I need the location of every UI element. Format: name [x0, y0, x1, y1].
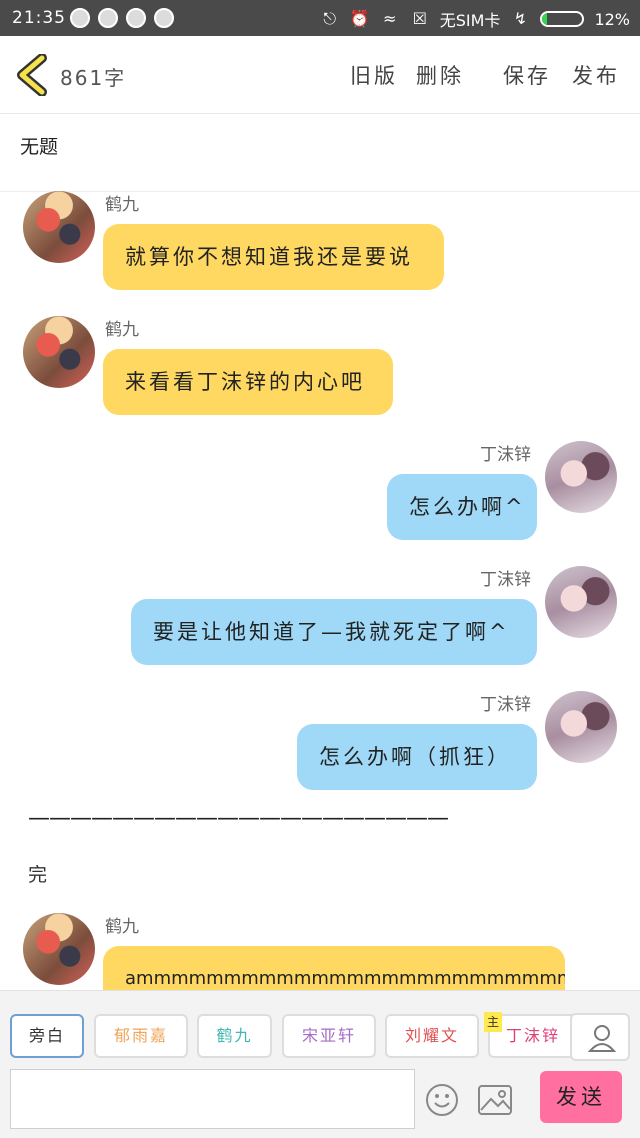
message-sender: 丁沫锌 — [480, 445, 531, 465]
delete-button[interactable]: 删除 — [416, 60, 464, 90]
message-sender: 鹤九 — [105, 917, 139, 937]
avatar-he-jiu[interactable] — [23, 316, 95, 388]
battery-label: 12% — [594, 9, 630, 29]
image-icon[interactable] — [477, 1083, 513, 1117]
avatar-ding-mo-xin[interactable] — [545, 441, 617, 513]
message-input[interactable] — [10, 1069, 415, 1129]
message-sender: 丁沫锌 — [480, 570, 531, 590]
old-version-button[interactable]: 旧版 — [350, 60, 398, 90]
story-title-bar[interactable]: 无题 — [0, 114, 640, 192]
notification-avatar-icon — [70, 8, 90, 28]
story-title: 无题 — [20, 136, 59, 158]
composer-panel: 旁白 郁雨嘉 鹤九 宋亚轩 刘耀文 丁沫锌 主 发送 — [0, 990, 640, 1138]
person-icon — [587, 1025, 617, 1052]
status-bar: 21:35 ⎋ ⏰ ≈ ☒ 无SIM卡 ↯ 12% — [0, 0, 640, 36]
no-signal-icon: ☒ — [412, 9, 427, 28]
avatar-ding-mo-xin[interactable] — [545, 691, 617, 763]
carrier-label: 无SIM卡 — [439, 11, 501, 30]
message-bubble[interactable]: 要是让他知道了—我就死定了啊^ — [131, 599, 537, 665]
send-button[interactable]: 发送 — [540, 1071, 622, 1123]
back-chevron-icon[interactable] — [14, 54, 54, 96]
message-sender: 鹤九 — [105, 320, 139, 340]
message-bubble[interactable]: 怎么办啊（抓狂） — [297, 724, 537, 790]
emoji-icon[interactable] — [425, 1083, 459, 1117]
role-chip-he-jiu[interactable]: 鹤九 — [197, 1014, 272, 1058]
alarm-icon: ⏰ — [349, 9, 370, 28]
role-manage-button[interactable] — [570, 1013, 630, 1061]
headphones-icon: ⎋ — [323, 9, 337, 28]
avatar-he-jiu[interactable] — [23, 191, 95, 263]
message-sender: 丁沫锌 — [480, 695, 531, 715]
notification-avatar-icon — [98, 8, 118, 28]
status-time: 21:35 — [12, 8, 66, 28]
wifi-icon: ≈ — [383, 9, 397, 28]
publish-button[interactable]: 发布 — [572, 60, 620, 90]
message-bubble[interactable]: 怎么办啊^ — [387, 474, 537, 540]
role-chip-narrator[interactable]: 旁白 — [10, 1014, 84, 1058]
role-chip-liu-yao-wen[interactable]: 刘耀文 — [385, 1014, 479, 1058]
message-sender: 鹤九 — [105, 195, 139, 215]
save-button[interactable]: 保存 — [503, 60, 551, 90]
avatar-he-jiu[interactable] — [23, 913, 95, 985]
charging-icon: ↯ — [513, 9, 528, 28]
top-bar: 861字 旧版 删除 保存 发布 — [0, 36, 640, 114]
narration-text[interactable]: 完 — [28, 860, 47, 887]
message-bubble[interactable]: 就算你不想知道我还是要说 — [103, 224, 444, 290]
battery-icon — [540, 11, 585, 27]
word-count: 861字 — [60, 66, 127, 90]
message-bubble[interactable]: 来看看丁沫锌的内心吧 — [103, 349, 393, 415]
host-badge: 主 — [484, 1012, 502, 1032]
avatar-ding-mo-xin[interactable] — [545, 566, 617, 638]
role-chip-yu-yu-jia[interactable]: 郁雨嘉 — [94, 1014, 188, 1058]
notification-avatar-icon — [154, 8, 174, 28]
role-chip-song-ya-xuan[interactable]: 宋亚轩 — [282, 1014, 376, 1058]
notification-avatar-icon — [126, 8, 146, 28]
narration-divider[interactable]: ———————————————————— — [28, 806, 449, 831]
